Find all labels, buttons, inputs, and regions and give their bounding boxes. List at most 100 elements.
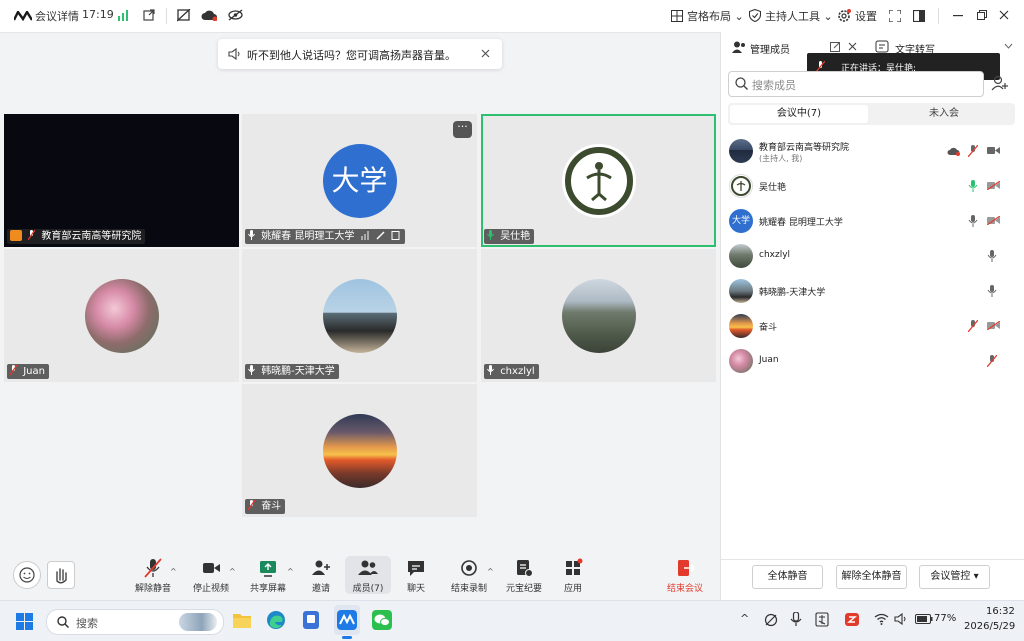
- close-panel-icon[interactable]: [848, 42, 857, 51]
- video-options-caret[interactable]: ^: [229, 567, 236, 576]
- chat-button[interactable]: 聊天: [392, 558, 440, 594]
- volume-icon[interactable]: [894, 613, 908, 625]
- camera-icon[interactable]: [987, 146, 1000, 155]
- whiteboard-off-icon[interactable]: [177, 9, 191, 22]
- battery-icon[interactable]: [915, 614, 933, 624]
- member-row[interactable]: 大学 姚耀春 昆明理工大学: [721, 206, 1024, 236]
- meeting-control-button[interactable]: 会议管控 ▾: [919, 565, 990, 589]
- layout-menu[interactable]: 宫格布局 ⌄: [687, 8, 744, 24]
- tab-manage-members[interactable]: 管理成员: [750, 41, 790, 56]
- wifi-icon[interactable]: [874, 613, 889, 625]
- mic-icon[interactable]: [987, 285, 997, 297]
- share-screen-icon: [260, 561, 276, 577]
- members-button[interactable]: 成员(7): [344, 558, 392, 594]
- file-explorer-icon[interactable]: [232, 611, 252, 629]
- clock-time[interactable]: 16:32: [986, 606, 1015, 617]
- camera-off-icon[interactable]: [987, 321, 1000, 330]
- tray-expand-caret[interactable]: ^: [740, 612, 749, 625]
- unmute-all-button[interactable]: 解除全体静音: [836, 565, 907, 589]
- mic-icon[interactable]: [968, 215, 978, 227]
- tab-in-meeting[interactable]: 会议中(7): [730, 105, 868, 123]
- fullscreen-icon[interactable]: [889, 10, 901, 22]
- taskbar-search-box[interactable]: 搜索: [46, 609, 224, 635]
- video-tile[interactable]: chxzlyl: [481, 249, 716, 382]
- video-tile[interactable]: 韩晓鹏-天津大学: [242, 249, 477, 382]
- audio-options-caret[interactable]: ^: [170, 567, 177, 576]
- video-tile[interactable]: Juan: [4, 249, 239, 382]
- ime-icon[interactable]: [815, 612, 829, 627]
- mic-icon: [248, 230, 255, 240]
- tab-not-joined[interactable]: 未入会: [875, 105, 1013, 123]
- microphone-icon[interactable]: [790, 612, 802, 627]
- restore-icon[interactable]: [977, 10, 987, 20]
- mic-speaking-icon[interactable]: [968, 180, 978, 192]
- more-options-button[interactable]: ···: [453, 121, 472, 138]
- end-meeting-button[interactable]: 结束会议: [661, 558, 709, 594]
- avatar: [729, 314, 753, 338]
- avatar-logo-icon: [731, 176, 751, 196]
- camera-off-icon[interactable]: [987, 181, 1000, 190]
- stop-video-button[interactable]: 停止视频: [187, 558, 235, 594]
- mic-muted-icon[interactable]: [968, 320, 978, 332]
- apps-button[interactable]: 应用: [549, 558, 597, 594]
- ai-minutes-button[interactable]: 元宝纪要: [500, 558, 548, 594]
- wechat-icon[interactable]: [372, 610, 392, 630]
- member-row[interactable]: 奋斗: [721, 311, 1024, 341]
- app-icon[interactable]: [301, 610, 321, 630]
- add-member-icon[interactable]: [991, 75, 1009, 91]
- volume-notice: 听不到他人说话吗？您可调高扬声器音量。: [218, 39, 502, 69]
- video-tile[interactable]: 大学 ··· 姚耀春 昆明理工大学: [242, 114, 477, 247]
- camera-off-icon[interactable]: [987, 216, 1000, 225]
- mic-muted-icon[interactable]: [968, 145, 978, 157]
- taskbar-search-input[interactable]: 搜索: [76, 615, 98, 631]
- share-out-icon[interactable]: [143, 9, 155, 21]
- windows-start-icon[interactable]: [16, 613, 33, 630]
- video-tile[interactable]: 教育部云南高等研究院: [4, 114, 239, 247]
- mic-muted-icon[interactable]: [987, 355, 997, 367]
- record-options-caret[interactable]: ^: [487, 567, 494, 576]
- tile-name: 奋斗: [261, 501, 282, 512]
- tencent-meeting-icon[interactable]: [337, 610, 357, 630]
- video-tile[interactable]: 奋斗: [242, 384, 477, 517]
- member-search-box[interactable]: 搜索成员: [728, 71, 984, 97]
- member-row[interactable]: chxzlyl: [721, 241, 1024, 271]
- host-tools-menu[interactable]: 主持人工具 ⌄: [765, 8, 833, 24]
- chevron-down-icon[interactable]: [1004, 43, 1013, 49]
- mute-all-button[interactable]: 全体静音: [752, 565, 823, 589]
- unmute-button[interactable]: 解除静音: [129, 558, 177, 594]
- clock-date[interactable]: 2026/5/29: [964, 621, 1015, 632]
- mic-muted-icon: [144, 558, 162, 578]
- cloud-record-icon[interactable]: [201, 9, 217, 21]
- popout-icon[interactable]: [830, 42, 840, 52]
- chat-icon: [408, 561, 424, 576]
- notes-icon: [517, 560, 533, 577]
- invite-button[interactable]: 邀请: [297, 558, 345, 594]
- mic-icon[interactable]: [987, 250, 997, 262]
- member-row[interactable]: 吴仕艳: [721, 171, 1024, 201]
- network-off-icon[interactable]: [764, 613, 778, 627]
- minimize-icon[interactable]: [953, 15, 963, 17]
- exit-icon: [678, 560, 696, 576]
- share-screen-button[interactable]: 共享屏幕: [244, 558, 292, 594]
- member-row[interactable]: Juan: [721, 346, 1024, 376]
- signal-icon[interactable]: [118, 10, 130, 21]
- raise-hand-button[interactable]: [47, 561, 75, 589]
- member-row[interactable]: 韩晓鹏-天津大学: [721, 276, 1024, 306]
- security-app-icon[interactable]: [845, 612, 859, 627]
- stop-recording-button[interactable]: 结束录制: [445, 558, 493, 594]
- meeting-detail-link[interactable]: 会议详情: [35, 8, 79, 24]
- notice-close-icon[interactable]: [481, 49, 490, 58]
- sidebar-toggle-icon[interactable]: [913, 10, 925, 22]
- member-row[interactable]: 教育部云南高等研究院 (主持人, 我): [721, 136, 1024, 166]
- close-window-icon[interactable]: [999, 10, 1009, 20]
- settings-button[interactable]: 设置: [855, 8, 877, 24]
- apps-grid-icon: [566, 558, 583, 575]
- share-options-caret[interactable]: ^: [287, 567, 294, 576]
- active-app-indicator: [342, 636, 352, 639]
- edge-browser-icon[interactable]: [266, 610, 286, 630]
- search-input[interactable]: 搜索成员: [752, 77, 796, 93]
- avatar: [561, 143, 636, 218]
- video-tile-active-speaker[interactable]: 吴仕艳: [481, 114, 716, 247]
- reaction-button[interactable]: [13, 561, 41, 589]
- eye-off-icon[interactable]: [228, 9, 243, 21]
